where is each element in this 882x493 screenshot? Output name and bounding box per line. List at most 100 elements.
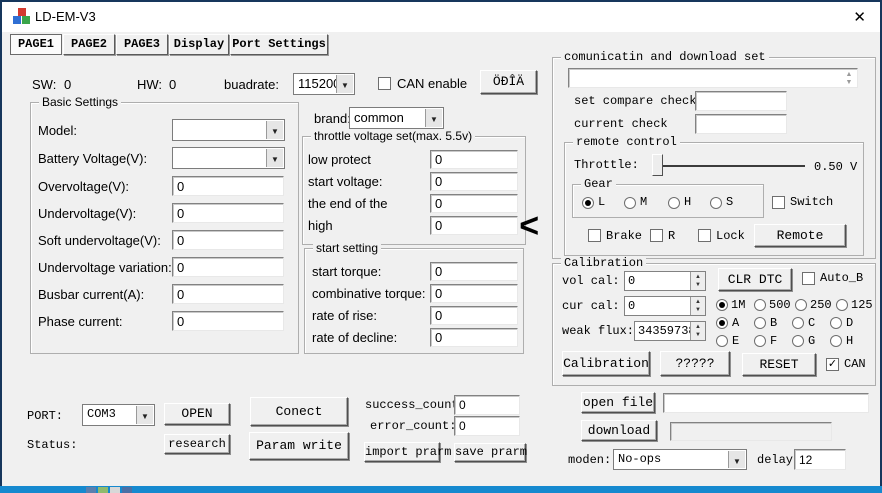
taskbar-icon[interactable] [122,487,132,493]
clr-dtc-button[interactable]: CLR DTC [718,268,792,291]
spinner-arrows-icon[interactable]: ▲▼ [690,297,705,315]
baud-250-label: 250 [810,298,832,312]
can-checkbox[interactable]: ✓ [826,358,839,371]
battery-voltage-select[interactable]: ▼ [172,147,285,169]
cur-cal-spinner[interactable]: 0 ▲▼ [624,296,706,316]
unknown-button[interactable]: ????? [660,351,730,376]
weak-flux-spinner[interactable]: 34359738 ▲▼ [634,321,706,341]
import-param-button[interactable]: import prarm [364,442,440,462]
weak-flux-label: weak flux: [562,324,634,338]
gear-radio-m[interactable] [624,197,636,209]
gear-radio-l[interactable] [582,197,594,209]
download-button[interactable]: download [581,420,657,441]
chevron-down-icon[interactable]: ▼ [425,109,442,127]
reset-button[interactable]: RESET [742,353,816,376]
scroll-arrows-icon[interactable]: ▲▼ [843,71,855,85]
switch-checkbox[interactable] [772,196,785,209]
start-torque-input[interactable] [430,262,518,281]
brake-checkbox[interactable] [588,229,601,242]
throttle-voltage-title: throttle voltage set(max. 5.5v) [311,129,475,143]
open-file-path-input[interactable] [663,393,869,413]
baudrate-value: 115200 [298,76,340,91]
channel-radio-g[interactable] [792,335,804,347]
baudrate-select[interactable]: 115200 ▼ [293,73,355,95]
gear-radio-s[interactable] [710,197,722,209]
vol-cal-spinner[interactable]: 0 ▲▼ [624,271,706,291]
gear-radio-h[interactable] [668,197,680,209]
chevron-down-icon[interactable]: ▼ [336,75,353,93]
research-button[interactable]: research [164,434,230,454]
channel-radio-h[interactable] [830,335,842,347]
channel-radio-a[interactable] [716,317,728,329]
set-compare-check-input[interactable] [695,91,787,111]
comm-log-field[interactable]: ▲▼ [568,68,858,88]
rate-of-rise-input[interactable] [430,306,518,325]
model-select[interactable]: ▼ [172,119,285,141]
r-checkbox[interactable] [650,229,663,242]
busbar-current-input[interactable] [172,284,284,304]
delay-input[interactable] [794,449,846,470]
low-protect-input[interactable] [430,150,518,169]
current-check-input[interactable] [695,114,787,134]
undervoltage-input[interactable] [172,203,284,223]
undervoltage-variation-input[interactable] [172,257,284,277]
success-count-input[interactable] [454,395,520,415]
channel-radio-d[interactable] [830,317,842,329]
tab-port-settings[interactable]: Port Settings [230,34,328,55]
channel-radio-c[interactable] [792,317,804,329]
throttle-slider-handle[interactable] [652,154,663,176]
open-port-button[interactable]: OPEN [164,403,230,425]
spinner-arrows-icon[interactable]: ▲▼ [690,272,705,290]
gear-h-label: H [684,195,691,209]
brand-select[interactable]: common ▼ [349,107,444,129]
channel-radio-b[interactable] [754,317,766,329]
baud-radio-1m[interactable] [716,299,728,311]
basic-settings-title: Basic Settings [39,95,121,109]
calibration-button[interactable]: Calibration [562,351,650,376]
tab-display[interactable]: Display [169,34,229,55]
auto-b-checkbox[interactable] [802,272,815,285]
baud-radio-250[interactable] [795,299,807,311]
language-button[interactable]: ÖÐÎÄ [480,70,537,94]
tab-page2[interactable]: PAGE2 [63,34,115,55]
param-write-button[interactable]: Param write [249,432,349,460]
channel-h-label: H [846,334,853,348]
channel-radio-f[interactable] [754,335,766,347]
combinative-torque-input[interactable] [430,284,518,303]
tab-page3[interactable]: PAGE3 [116,34,168,55]
soft-undervoltage-input[interactable] [172,230,284,250]
throttle-slider-track[interactable] [657,165,805,167]
spinner-arrows-icon[interactable]: ▲▼ [690,322,705,340]
overvoltage-input[interactable] [172,176,284,196]
taskbar-icon[interactable] [98,487,108,493]
phase-current-input[interactable] [172,311,284,331]
collapse-arrow-icon[interactable]: < [519,210,539,248]
start-voltage-input[interactable] [430,172,518,191]
tab-page1[interactable]: PAGE1 [10,34,62,55]
connect-button[interactable]: Conect [250,397,348,426]
chevron-down-icon[interactable]: ▼ [136,406,153,424]
error-count-input[interactable] [454,416,520,436]
moden-select[interactable]: No-ops ▼ [613,449,747,470]
baud-radio-500[interactable] [754,299,766,311]
chevron-down-icon[interactable]: ▼ [728,451,745,468]
comm-download-title: comunicatin and download set [561,50,769,64]
port-select[interactable]: COM3 ▼ [82,404,155,426]
brand-value: common [354,110,404,125]
close-icon[interactable]: ✕ [853,8,866,26]
open-file-button[interactable]: open file [581,392,655,413]
taskbar-icon[interactable] [110,487,120,493]
chevron-down-icon[interactable]: ▼ [266,149,283,167]
channel-radio-e[interactable] [716,335,728,347]
rate-of-decline-input[interactable] [430,328,518,347]
baud-radio-125[interactable] [836,299,848,311]
auto-b-label: Auto_B [820,271,863,285]
end-of-the-input[interactable] [430,194,518,213]
high-input[interactable] [430,216,518,235]
taskbar-icon[interactable] [86,487,96,493]
remote-button[interactable]: Remote [754,224,846,247]
can-enable-checkbox[interactable] [378,77,391,90]
lock-checkbox[interactable] [698,229,711,242]
save-param-button[interactable]: save prarm [454,443,526,462]
chevron-down-icon[interactable]: ▼ [266,121,283,139]
